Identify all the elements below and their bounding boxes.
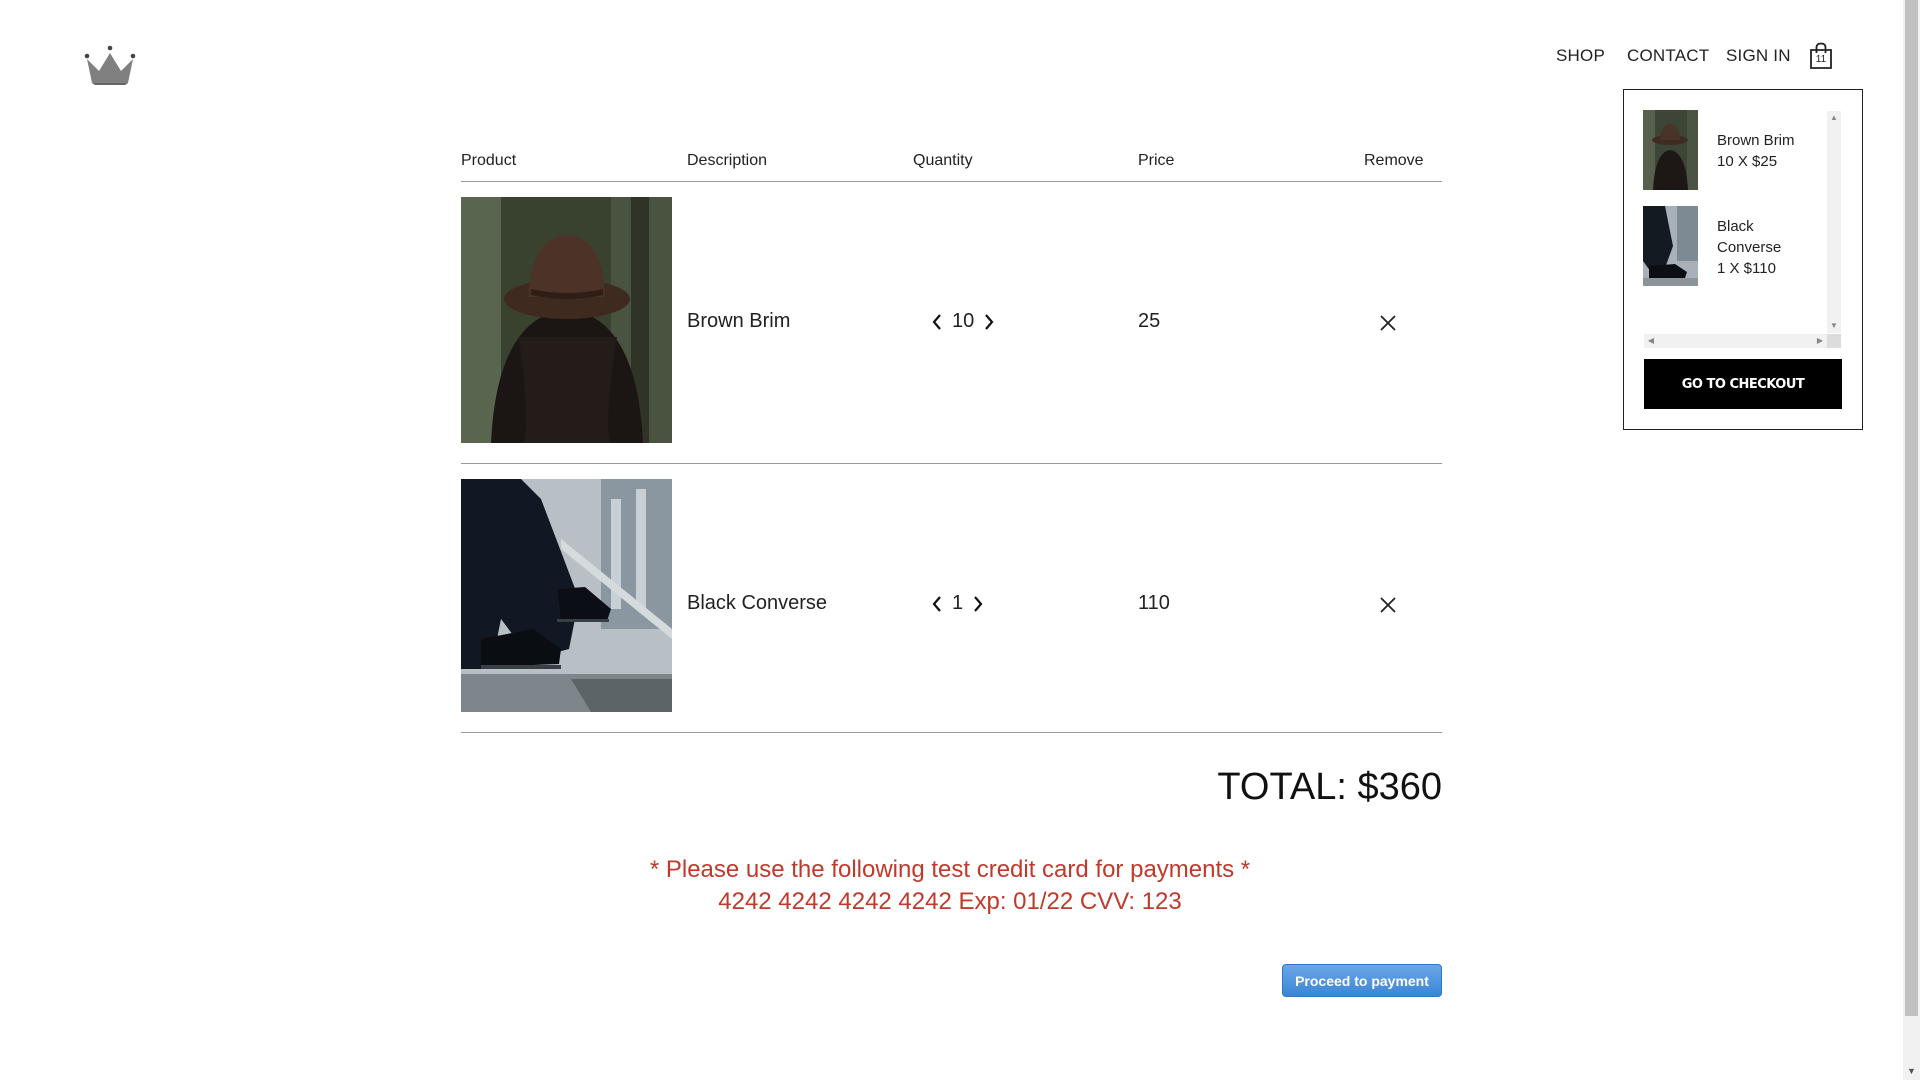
scroll-down-arrow-icon[interactable]: ▼ [1827,319,1841,333]
cart-item-count: 11 [1815,54,1827,65]
nav-shop-link[interactable]: SHOP [1556,46,1605,66]
checkout-table-header: Product Description Quantity Price Remov… [461,152,1442,182]
scroll-left-arrow-icon[interactable]: ◀ [1644,334,1658,348]
decrease-quantity-icon[interactable] [930,594,944,614]
scroll-up-arrow-icon[interactable]: ▲ [1827,111,1841,125]
quantity-stepper: 1 [930,592,985,615]
notice-line-2: 4242 4242 4242 4242 Exp: 01/22 CVV: 123 [718,888,1182,915]
quantity-stepper: 10 [930,310,996,333]
item-description: Brown Brim [687,310,791,332]
item-price: 110 [1138,592,1170,614]
quantity-value: 1 [952,592,964,614]
header-quantity: Quantity [913,152,973,169]
go-to-checkout-button[interactable]: GO TO CHECKOUT [1644,359,1842,409]
increase-quantity-icon[interactable] [982,312,996,332]
nav-sign-in-link[interactable]: SIGN IN [1726,46,1791,66]
cart-dropdown-list[interactable]: Brown Brim 10 X $25 Black Converse 1 X $… [1643,110,1842,342]
scroll-right-arrow-icon[interactable]: ▶ [1813,334,1827,348]
cart-dropdown-item-qty-price: 1 X $110 [1717,260,1776,277]
cart-dropdown-item-name: Brown Brim [1717,132,1795,149]
quantity-value: 10 [952,310,975,332]
nav-contact-link[interactable]: CONTACT [1627,46,1709,66]
cart-dropdown-vertical-scrollbar[interactable]: ▲ ▼ [1827,111,1841,333]
black-converse-product-image [461,479,672,712]
item-price: 25 [1138,310,1161,332]
remove-item-icon[interactable] [1378,313,1398,333]
notice-line-1: * Please use the following test credit c… [649,856,1251,883]
header-description: Description [687,152,768,169]
item-description: Black Converse [687,592,828,614]
page-scrollbar[interactable]: ▼ [1903,0,1920,1080]
header-remove: Remove [1364,152,1424,169]
brown-brim-product-image [461,197,672,443]
header-price: Price [1138,152,1175,169]
brown-brim-thumbnail [1643,110,1698,190]
cart-dropdown-item-qty-price: 10 X $25 [1717,153,1778,170]
proceed-to-payment-button[interactable]: Proceed to payment [1282,964,1442,997]
checkout-item-row: Brown Brim 10 25 [461,182,1442,464]
checkout-item-row: Black Converse 1 110 [461,464,1442,733]
cart-dropdown-horizontal-scrollbar[interactable]: ◀ ▶ [1644,334,1827,348]
cart-total: TOTAL: $360 [1217,766,1442,808]
black-converse-thumbnail [1643,206,1698,286]
page-scrollbar-thumb[interactable] [1905,0,1918,1016]
decrease-quantity-icon[interactable] [930,312,944,332]
shopping-bag-icon[interactable]: 11 [1808,42,1834,70]
top-nav: SHOP CONTACT SIGN IN [0,46,1920,70]
header-product: Product [461,152,517,169]
remove-item-icon[interactable] [1378,595,1398,615]
increase-quantity-icon[interactable] [971,594,985,614]
test-card-notice: * Please use the following test credit c… [450,854,1450,918]
scrollbar-corner [1827,334,1841,348]
cart-dropdown-item-name: Black Converse [1717,218,1782,256]
scroll-down-arrow-icon[interactable]: ▼ [1903,1063,1920,1080]
